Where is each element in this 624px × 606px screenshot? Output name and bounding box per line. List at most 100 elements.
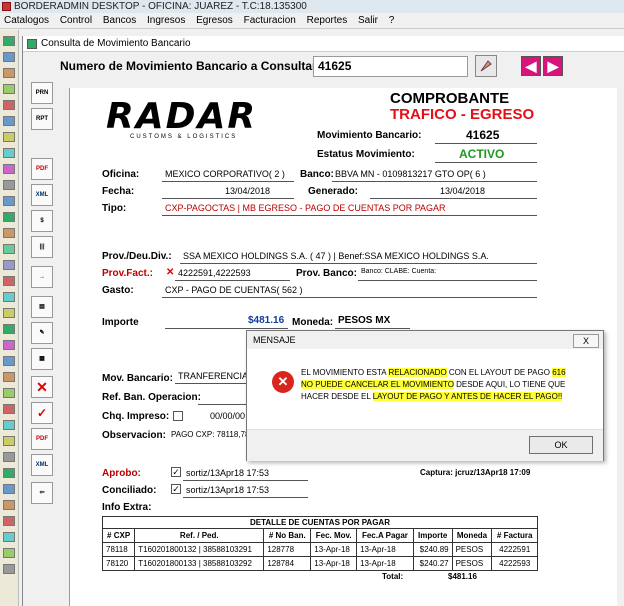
chq-label: Chq. Impreso:: [102, 411, 170, 422]
report-icon[interactable]: RPT: [31, 108, 53, 130]
dialog-close-button[interactable]: X: [573, 334, 599, 348]
num-mov-label: Numero de Movimiento Bancario a Consulta…: [60, 59, 321, 73]
tool-calc-icon[interactable]: [3, 260, 15, 270]
pdf-icon[interactable]: PDF: [31, 158, 53, 180]
tool-user-icon[interactable]: [3, 372, 15, 382]
tool-chart-icon[interactable]: [3, 84, 15, 94]
cell-fecapagar: 13-Apr-18: [356, 542, 414, 557]
provfact-label: Prov.Fact.:: [102, 268, 153, 279]
tool-cal-icon[interactable]: [3, 484, 15, 494]
tool-filter-icon[interactable]: [3, 516, 15, 526]
moneda-value: PESOS MX: [338, 315, 391, 326]
error-icon: ✕: [272, 371, 294, 393]
cell-moneda: PESOS: [451, 542, 493, 557]
chq-checkbox[interactable]: [173, 411, 183, 421]
search-rocket-button[interactable]: [475, 55, 497, 77]
stamp-icon[interactable]: $: [31, 210, 53, 232]
tool-exit-icon[interactable]: [3, 564, 15, 574]
tool-pen-icon[interactable]: [3, 180, 15, 190]
cell-cxp: 78120: [101, 556, 136, 571]
oficina-label: Oficina:: [102, 169, 140, 180]
msg-highlight: RELACIONADO: [388, 368, 447, 377]
tool-key-icon[interactable]: [3, 132, 15, 142]
app-title: BORDERADMIN DESKTOP - OFICINA: JUAREZ - …: [14, 1, 307, 12]
tipo-heading: TRAFICO - EGRESO: [390, 106, 535, 123]
menu-ingresos[interactable]: Ingresos: [143, 13, 189, 29]
tool-home-icon[interactable]: [3, 468, 15, 478]
tool-doc-icon[interactable]: [3, 420, 15, 430]
cell-noban: 128784: [263, 556, 312, 571]
mensaje-dialog: MENSAJE X ✕ EL MOVIMIENTO ESTA RELACIONA…: [246, 330, 604, 461]
window-title-bar: Consulta de Movimiento Bancario: [23, 36, 624, 52]
conciliado-checkbox[interactable]: ✓: [171, 484, 181, 494]
prev-arrow-button[interactable]: ◀: [521, 56, 541, 76]
th-ref: Ref. / Ped.: [134, 528, 265, 543]
aprobo-label: Aprobo:: [102, 468, 141, 479]
th-fecapagar: Fec.A Pagar: [356, 528, 414, 543]
menu-control[interactable]: Control: [56, 13, 96, 29]
mov-banc-label: Movimiento Bancario:: [317, 130, 422, 141]
chq-value: 00/00/00: [210, 411, 246, 421]
menu-egresos[interactable]: Egresos: [192, 13, 237, 29]
tool-list-icon[interactable]: [3, 324, 15, 334]
tool-people-icon[interactable]: [3, 164, 15, 174]
barcode-icon[interactable]: |||: [31, 236, 53, 258]
provfact-value: 4222591,4222593: [178, 268, 251, 278]
cell-moneda: PESOS: [451, 556, 493, 571]
stack-icon[interactable]: ▤: [31, 296, 53, 318]
tool-money-icon[interactable]: [3, 228, 15, 238]
th-cxp: # CXP: [101, 528, 136, 543]
menu-help[interactable]: ?: [385, 13, 399, 29]
tool-folder-icon[interactable]: [3, 68, 15, 78]
tool-truck-icon[interactable]: [3, 276, 15, 286]
next-arrow-button[interactable]: ▶: [543, 56, 563, 76]
menu-salir[interactable]: Salir: [354, 13, 382, 29]
tool-map-icon[interactable]: [3, 244, 15, 254]
estatus-value: ACTIVO: [459, 147, 505, 161]
print-icon[interactable]: PRN: [31, 82, 53, 104]
tool-bell-icon[interactable]: [3, 404, 15, 414]
check-icon[interactable]: ✓: [31, 402, 53, 424]
refban-label: Ref. Ban. Operacion:: [102, 392, 201, 403]
tool-sheet-icon[interactable]: [3, 148, 15, 158]
tool-mail-icon[interactable]: [3, 500, 15, 510]
tool-box-icon[interactable]: [3, 292, 15, 302]
table-header-row: # CXP Ref. / Ped. # No Ban. Fec. Mov. Fe…: [101, 528, 538, 543]
num-mov-input[interactable]: 41625: [313, 56, 468, 77]
menu-catalogos[interactable]: Catalogos: [0, 13, 53, 29]
pdf-cp-icon[interactable]: PDF: [31, 428, 53, 450]
tool-lock-icon[interactable]: [3, 388, 15, 398]
cancel-x-icon[interactable]: ✕: [31, 376, 53, 398]
tool-grid-icon[interactable]: [3, 116, 15, 126]
cell-factura: 4222593: [491, 556, 538, 571]
tool-bank-icon[interactable]: [3, 212, 15, 222]
prov-label: Prov./Deu.Div.:: [102, 251, 172, 262]
tool-table-icon[interactable]: [3, 340, 15, 350]
exit-door-icon[interactable]: ⇦: [31, 482, 53, 504]
tool-club-icon[interactable]: [3, 548, 15, 558]
tool-clip-icon[interactable]: [3, 452, 15, 462]
menu-facturacion[interactable]: Facturacion: [240, 13, 300, 29]
msg-part: EL MOVIMIENTO ESTA: [301, 368, 389, 377]
tool-flag-icon[interactable]: [3, 100, 15, 110]
tool-gear-icon[interactable]: [3, 308, 15, 318]
grid-icon[interactable]: ▦: [31, 348, 53, 370]
transfer-icon[interactable]: →: [31, 266, 53, 288]
tool-report-icon[interactable]: [3, 356, 15, 366]
menu-reportes[interactable]: Reportes: [303, 13, 352, 29]
aprobo-checkbox[interactable]: ✓: [171, 467, 181, 477]
tool-print-icon[interactable]: [3, 196, 15, 206]
tool-link-icon[interactable]: [3, 52, 15, 62]
xml-icon[interactable]: XML: [31, 184, 53, 206]
ok-button[interactable]: OK: [529, 436, 593, 454]
tool-search-icon[interactable]: [3, 532, 15, 542]
xml-cp-icon[interactable]: XML: [31, 454, 53, 476]
window-icon: [27, 39, 37, 49]
menu-bancos[interactable]: Bancos: [99, 13, 140, 29]
pencil-icon[interactable]: ✎: [31, 322, 53, 344]
comprobante-heading: COMPROBANTE: [390, 90, 510, 107]
table-total-row: Total: $481.16: [102, 571, 538, 583]
tool-star-icon[interactable]: [3, 436, 15, 446]
tool-add-icon[interactable]: [3, 36, 15, 46]
app-title-bar: BORDERADMIN DESKTOP - OFICINA: JUAREZ - …: [0, 0, 624, 13]
